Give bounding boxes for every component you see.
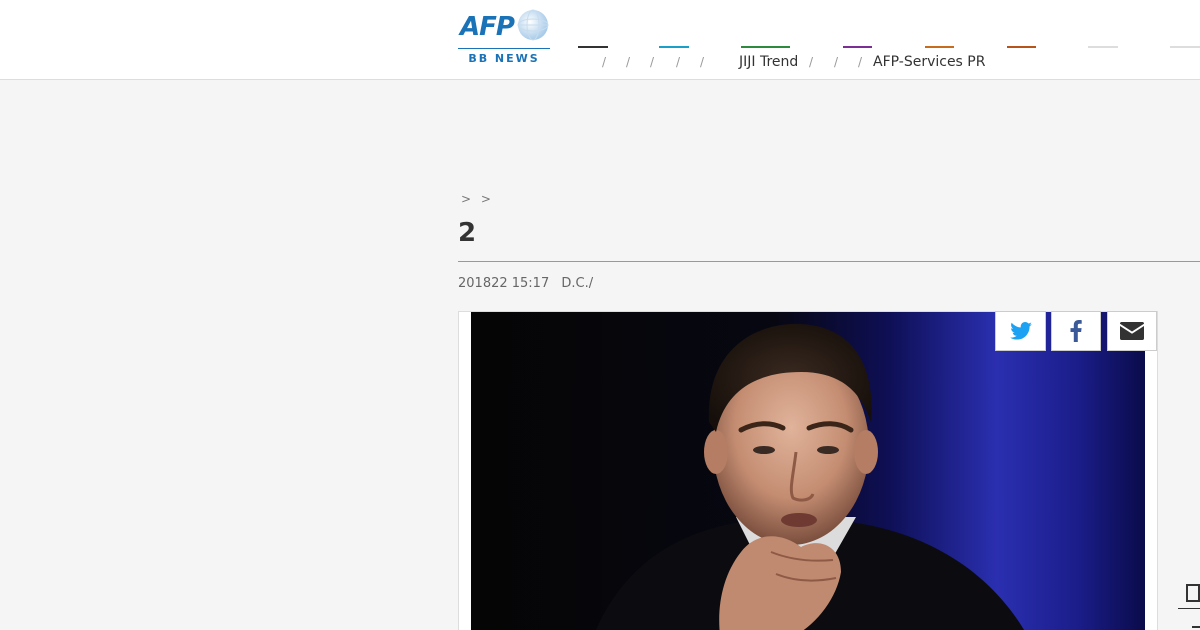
nav-separator: / (626, 55, 631, 69)
nav-bar[interactable] (925, 46, 954, 48)
nav-separator: / (676, 55, 681, 69)
title-divider (458, 261, 1200, 262)
widget-box-icon (1186, 584, 1200, 602)
share-twitter-button[interactable] (995, 311, 1046, 351)
article-photo-frame (458, 311, 1158, 630)
nav-category-bars (0, 46, 1200, 49)
breadcrumb[interactable]: > > (461, 192, 494, 206)
facebook-icon (1070, 320, 1082, 342)
nav-bar[interactable] (578, 46, 608, 48)
nav-separator: / (650, 55, 655, 69)
nav-separator: / (858, 55, 863, 69)
site-header: AFP BB NEWS / / / / / JIJI Trend / / / A… (0, 0, 1200, 80)
share-mail-button[interactable] (1107, 311, 1157, 351)
nav-bar[interactable] (1088, 46, 1118, 48)
article-title: 2 (458, 218, 478, 248)
nav-bar[interactable] (843, 46, 872, 48)
logo-subtitle: BB NEWS (468, 52, 540, 65)
nav-link-jiji-trend[interactable]: JIJI Trend (739, 54, 798, 70)
nav-separator: / (602, 55, 607, 69)
nav-separator: / (809, 55, 814, 69)
globe-icon (517, 9, 549, 41)
afpbb-logo[interactable]: AFP BB NEWS (458, 6, 550, 66)
nav-separator: / (700, 55, 705, 69)
photo-illustration (595, 323, 1025, 630)
nav-bar[interactable] (1170, 46, 1200, 48)
logo-wordmark: AFP (460, 12, 515, 42)
nav-bar[interactable] (659, 46, 689, 48)
article-photo[interactable] (471, 312, 1145, 630)
nav-bar[interactable] (1007, 46, 1036, 48)
article-meta: 201822 15:17 D.C./ (458, 276, 593, 291)
article-location: D.C./ (561, 276, 594, 291)
nav-separator: / (834, 55, 839, 69)
mail-icon (1120, 322, 1144, 340)
share-facebook-button[interactable] (1051, 311, 1101, 351)
article-date: 201822 15:17 (458, 276, 550, 291)
floating-corner-widget[interactable] (1176, 582, 1200, 630)
nav-bar[interactable] (741, 46, 790, 48)
widget-mark (1192, 626, 1200, 628)
widget-divider (1178, 608, 1200, 609)
twitter-icon (1009, 322, 1032, 340)
nav-link-afp-services-pr[interactable]: AFP-Services PR (873, 54, 985, 70)
